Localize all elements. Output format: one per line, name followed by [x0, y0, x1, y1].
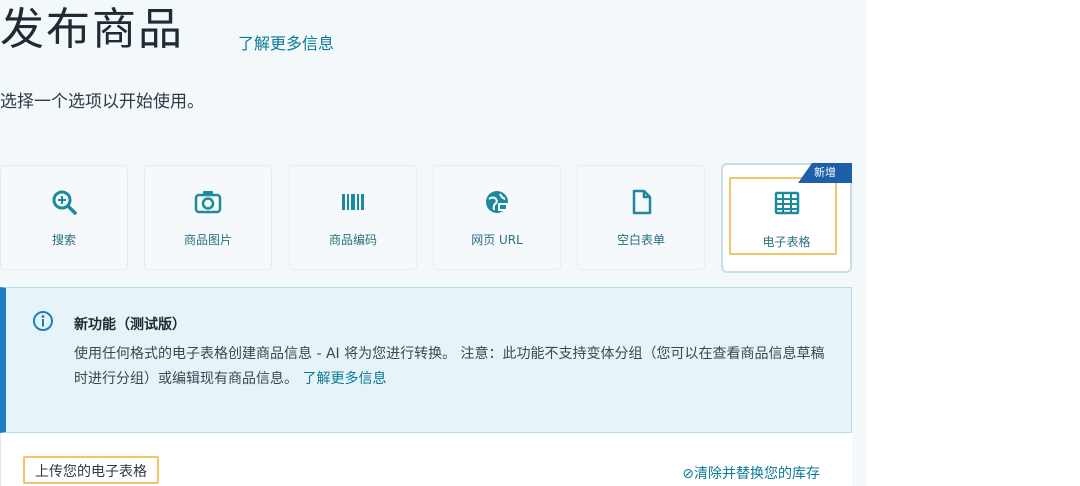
option-spreadsheet[interactable]: 电子表格 新增: [721, 163, 852, 273]
option-label: 商品编码: [328, 233, 377, 247]
info-body: 使用任何格式的电子表格创建商品信息 - AI 将为您进行转换。 注意：此功能不支…: [74, 342, 834, 392]
option-search[interactable]: 搜索: [0, 165, 128, 270]
option-product-image[interactable]: 商品图片: [144, 165, 272, 270]
info-learn-more-link[interactable]: 了解更多信息: [302, 371, 386, 387]
option-label: 空白表单: [616, 233, 665, 247]
info-icon: [33, 311, 53, 331]
option-label: 电子表格: [762, 235, 811, 249]
option-label: 商品图片: [183, 233, 232, 247]
search-icon: [52, 190, 77, 215]
option-label: 网页 URL: [471, 233, 523, 247]
upload-spreadsheet-label[interactable]: 上传您的电子表格: [23, 456, 159, 484]
option-blank-form[interactable]: 空白表单: [577, 165, 705, 270]
globe-icon: [486, 191, 508, 213]
spreadsheet-icon: [774, 191, 799, 215]
barcode-icon: [342, 194, 364, 210]
upload-section: 上传您的电子表格 ⊘清除并替换您的库存: [0, 433, 852, 486]
listing-panel: 发布商品 了解更多信息 选择一个选项以开始使用。 搜索 商品图片 商品编码 网页…: [0, 0, 866, 486]
learn-more-link[interactable]: 了解更多信息: [238, 30, 334, 54]
beta-info-box: 新功能（测试版） 使用任何格式的电子表格创建商品信息 - AI 将为您进行转换。…: [0, 287, 852, 433]
new-badge: 新增: [798, 163, 852, 183]
info-text: 使用任何格式的电子表格创建商品信息 - AI 将为您进行转换。 注意：此功能不支…: [74, 346, 825, 387]
option-web-url[interactable]: 网页 URL: [433, 165, 561, 270]
page-title: 发布商品: [0, 4, 184, 55]
info-title: 新功能（测试版）: [74, 317, 186, 333]
option-product-code[interactable]: 商品编码: [289, 165, 417, 270]
option-label: 搜索: [51, 233, 76, 247]
clear-icon: ⊘: [682, 466, 694, 482]
page-subtitle: 选择一个选项以开始使用。: [0, 92, 204, 112]
replace-link-label: 清除并替换您的库存: [694, 466, 820, 482]
document-icon: [632, 189, 652, 215]
clear-replace-inventory-link[interactable]: ⊘清除并替换您的库存: [682, 463, 820, 483]
camera-icon: [194, 191, 222, 214]
